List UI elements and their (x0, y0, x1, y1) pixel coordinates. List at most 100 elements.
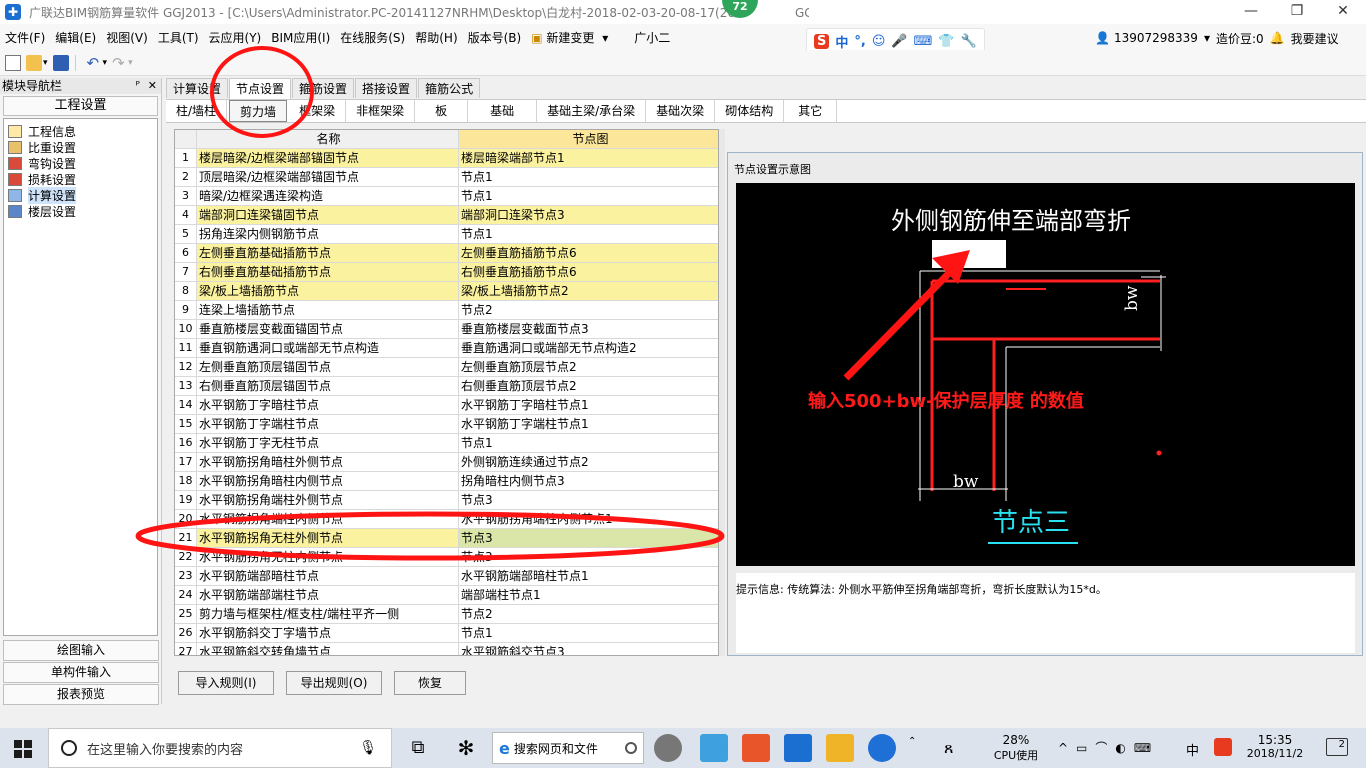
nav-item-hook[interactable]: 弯钩设置 (4, 155, 157, 171)
row-name-cell[interactable]: 水平钢筋拐角无柱内侧节点 (197, 548, 459, 566)
ime-skin-icon[interactable]: 👕 (938, 34, 954, 49)
minimize-button[interactable]: — (1228, 0, 1274, 24)
table-row[interactable]: 4 端部洞口连梁锚固节点 端部洞口连梁节点3 (175, 206, 718, 225)
ime-tools-icon[interactable]: 🔧 (961, 34, 977, 49)
nav-item-floor[interactable]: 楼层设置 (4, 203, 157, 219)
export-rules-button[interactable]: 导出规则(O) (286, 671, 382, 695)
row-node-cell[interactable]: 梁/板上墙插筋节点2 (459, 282, 718, 300)
row-node-cell[interactable]: 左侧垂直筋插筋节点6 (459, 244, 718, 262)
row-name-cell[interactable]: 水平钢筋丁字暗柱节点 (197, 396, 459, 414)
row-name-cell[interactable]: 左侧垂直筋基础插筋节点 (197, 244, 459, 262)
table-row[interactable]: 2 顶层暗梁/边框梁端部锚固节点 节点1 (175, 168, 718, 187)
table-row[interactable]: 23 水平钢筋端部暗柱节点 水平钢筋端部暗柱节点1 (175, 567, 718, 586)
nav-group-project-settings[interactable]: 工程设置 (3, 96, 158, 116)
row-name-cell[interactable]: 水平钢筋端部端柱节点 (197, 586, 459, 604)
nav-item-loss[interactable]: 损耗设置 (4, 171, 157, 187)
table-row[interactable]: 18 水平钢筋拐角暗柱内侧节点 拐角暗柱内侧节点3 (175, 472, 718, 491)
ime-keyboard-icon[interactable]: ⌨ (914, 34, 933, 49)
subtab-nonframe-beam[interactable]: 非框架梁 (346, 100, 416, 122)
nav-report-preview[interactable]: 报表预览 (3, 684, 159, 705)
clock[interactable]: 15:35 2018/11/2 (1240, 728, 1310, 768)
people-icon[interactable]: ጸ (944, 738, 953, 758)
table-row[interactable]: 22 水平钢筋拐角无柱内侧节点 节点3 (175, 548, 718, 567)
row-node-cell[interactable]: 水平钢筋端部暗柱节点1 (459, 567, 718, 585)
notes-app-icon[interactable] (826, 734, 854, 762)
row-node-cell[interactable]: 右侧垂直筋顶层节点2 (459, 377, 718, 395)
nav-item-density[interactable]: 比重设置 (4, 139, 157, 155)
windows-start-icon[interactable] (14, 740, 32, 758)
row-name-cell[interactable]: 水平钢筋丁字无柱节点 (197, 434, 459, 452)
menu-version[interactable]: 版本号(B) (463, 29, 527, 46)
suggest-link[interactable]: 我要建议 (1291, 30, 1339, 47)
subtab-column[interactable]: 柱/墙柱 (166, 100, 228, 122)
table-row[interactable]: 3 暗梁/边框梁遇连梁构造 节点1 (175, 187, 718, 206)
row-name-cell[interactable]: 水平钢筋丁字端柱节点 (197, 415, 459, 433)
new-file-icon[interactable] (5, 54, 21, 71)
table-row[interactable]: 8 梁/板上墙插筋节点 梁/板上墙插筋节点2 (175, 282, 718, 301)
redo-icon[interactable]: ↷ (112, 55, 128, 71)
table-row[interactable]: 1 楼层暗梁/边框梁端部锚固节点 楼层暗梁端部节点1 (175, 149, 718, 168)
pin-icon[interactable]: ᴾ (136, 79, 140, 92)
table-row[interactable]: 17 水平钢筋拐角暗柱外侧节点 外侧钢筋连续通过节点2 (175, 453, 718, 472)
tab-stirrup-settings[interactable]: 箍筋设置 (292, 78, 355, 98)
bell-icon[interactable]: 🔔 (1270, 31, 1285, 45)
row-node-cell[interactable]: 右侧垂直筋插筋节点6 (459, 263, 718, 281)
chevron-down-icon[interactable]: ▾ (43, 58, 48, 68)
table-row[interactable]: 11 垂直钢筋遇洞口或端部无节点构造 垂直筋遇洞口或端部无节点构造2 (175, 339, 718, 358)
subtab-shear-wall[interactable]: 剪力墙 (229, 100, 288, 122)
subtab-foundation-main-beam[interactable]: 基础主梁/承台梁 (537, 100, 647, 122)
menu-new-change[interactable]: ▣ 新建变更 ▾ (526, 29, 613, 46)
table-row[interactable]: 21 水平钢筋拐角无柱外侧节点 节点3 (175, 529, 718, 548)
table-row[interactable]: 14 水平钢筋丁字暗柱节点 水平钢筋丁字暗柱节点1 (175, 396, 718, 415)
restore-button[interactable]: 恢复 (394, 671, 466, 695)
tab-stirrup-formula[interactable]: 箍筋公式 (418, 78, 481, 98)
pinwheel-icon[interactable]: ✻ (452, 734, 480, 762)
row-name-cell[interactable]: 水平钢筋拐角暗柱外侧节点 (197, 453, 459, 471)
row-node-cell[interactable]: 外侧钢筋连续通过节点2 (459, 453, 718, 471)
menu-online-service[interactable]: 在线服务(S) (335, 29, 410, 46)
row-node-cell[interactable]: 拐角暗柱内侧节点3 (459, 472, 718, 490)
subtab-masonry[interactable]: 砌体结构 (715, 100, 785, 122)
chevron-up-icon[interactable]: ⌃ (908, 736, 916, 747)
table-row[interactable]: 7 右侧垂直筋基础插筋节点 右侧垂直筋插筋节点6 (175, 263, 718, 282)
menu-view[interactable]: 视图(V) (101, 29, 153, 46)
row-name-cell[interactable]: 剪力墙与框架柱/框支柱/端柱平齐一侧 (197, 605, 459, 623)
row-node-cell[interactable]: 端部洞口连梁节点3 (459, 206, 718, 224)
table-row[interactable]: 24 水平钢筋端部端柱节点 端部端柱节点1 (175, 586, 718, 605)
row-name-cell[interactable]: 端部洞口连梁锚固节点 (197, 206, 459, 224)
chevron-down-icon[interactable]: ▾ (128, 58, 133, 68)
row-node-cell[interactable]: 节点1 (459, 434, 718, 452)
ime-indicator[interactable]: 中 (1186, 740, 1199, 759)
table-row[interactable]: 5 拐角连梁内侧钢筋节点 节点1 (175, 225, 718, 244)
nav-single-component-input[interactable]: 单构件输入 (3, 662, 159, 683)
maximize-button[interactable]: ❐ (1274, 0, 1320, 24)
row-name-cell[interactable]: 水平钢筋拐角端柱外侧节点 (197, 491, 459, 509)
subtab-foundation-sub-beam[interactable]: 基础次梁 (646, 100, 716, 122)
row-node-cell[interactable]: 节点1 (459, 225, 718, 243)
nav-item-calc-settings[interactable]: 计算设置 (4, 186, 157, 204)
row-node-cell[interactable]: 水平钢筋斜交节点3 (459, 643, 718, 655)
nav-drawing-input[interactable]: 绘图输入 (3, 640, 159, 661)
menu-bim[interactable]: BIM应用(I) (266, 29, 335, 46)
table-row[interactable]: 16 水平钢筋丁字无柱节点 节点1 (175, 434, 718, 453)
row-name-cell[interactable]: 楼层暗梁/边框梁端部锚固节点 (197, 149, 459, 167)
subtab-other[interactable]: 其它 (784, 100, 838, 122)
ime-voice-icon[interactable]: 🎤 (891, 34, 907, 49)
row-name-cell[interactable]: 拐角连梁内侧钢筋节点 (197, 225, 459, 243)
row-node-cell[interactable]: 节点3 (459, 548, 718, 566)
nav-item-project-info[interactable]: 工程信息 (4, 123, 157, 139)
subtab-slab[interactable]: 板 (415, 100, 469, 122)
row-name-cell[interactable]: 垂直钢筋遇洞口或端部无节点构造 (197, 339, 459, 357)
close-button[interactable]: ✕ (1320, 0, 1366, 24)
grid-scrollbar[interactable] (719, 129, 725, 656)
row-node-cell[interactable]: 水平钢筋丁字暗柱节点1 (459, 396, 718, 414)
menu-cloud[interactable]: 云应用(Y) (204, 29, 267, 46)
column-header-node[interactable]: 节点图 (459, 130, 718, 148)
table-row[interactable]: 12 左侧垂直筋顶层锚固节点 左侧垂直筋顶层节点2 (175, 358, 718, 377)
row-node-cell[interactable]: 节点1 (459, 624, 718, 642)
save-icon[interactable] (52, 54, 69, 71)
chevron-down-icon[interactable]: ▾ (1204, 31, 1210, 45)
ime-punct-icon[interactable]: °, (854, 34, 865, 49)
row-node-cell[interactable]: 水平钢筋丁字端柱节点1 (459, 415, 718, 433)
row-name-cell[interactable]: 水平钢筋拐角暗柱内侧节点 (197, 472, 459, 490)
